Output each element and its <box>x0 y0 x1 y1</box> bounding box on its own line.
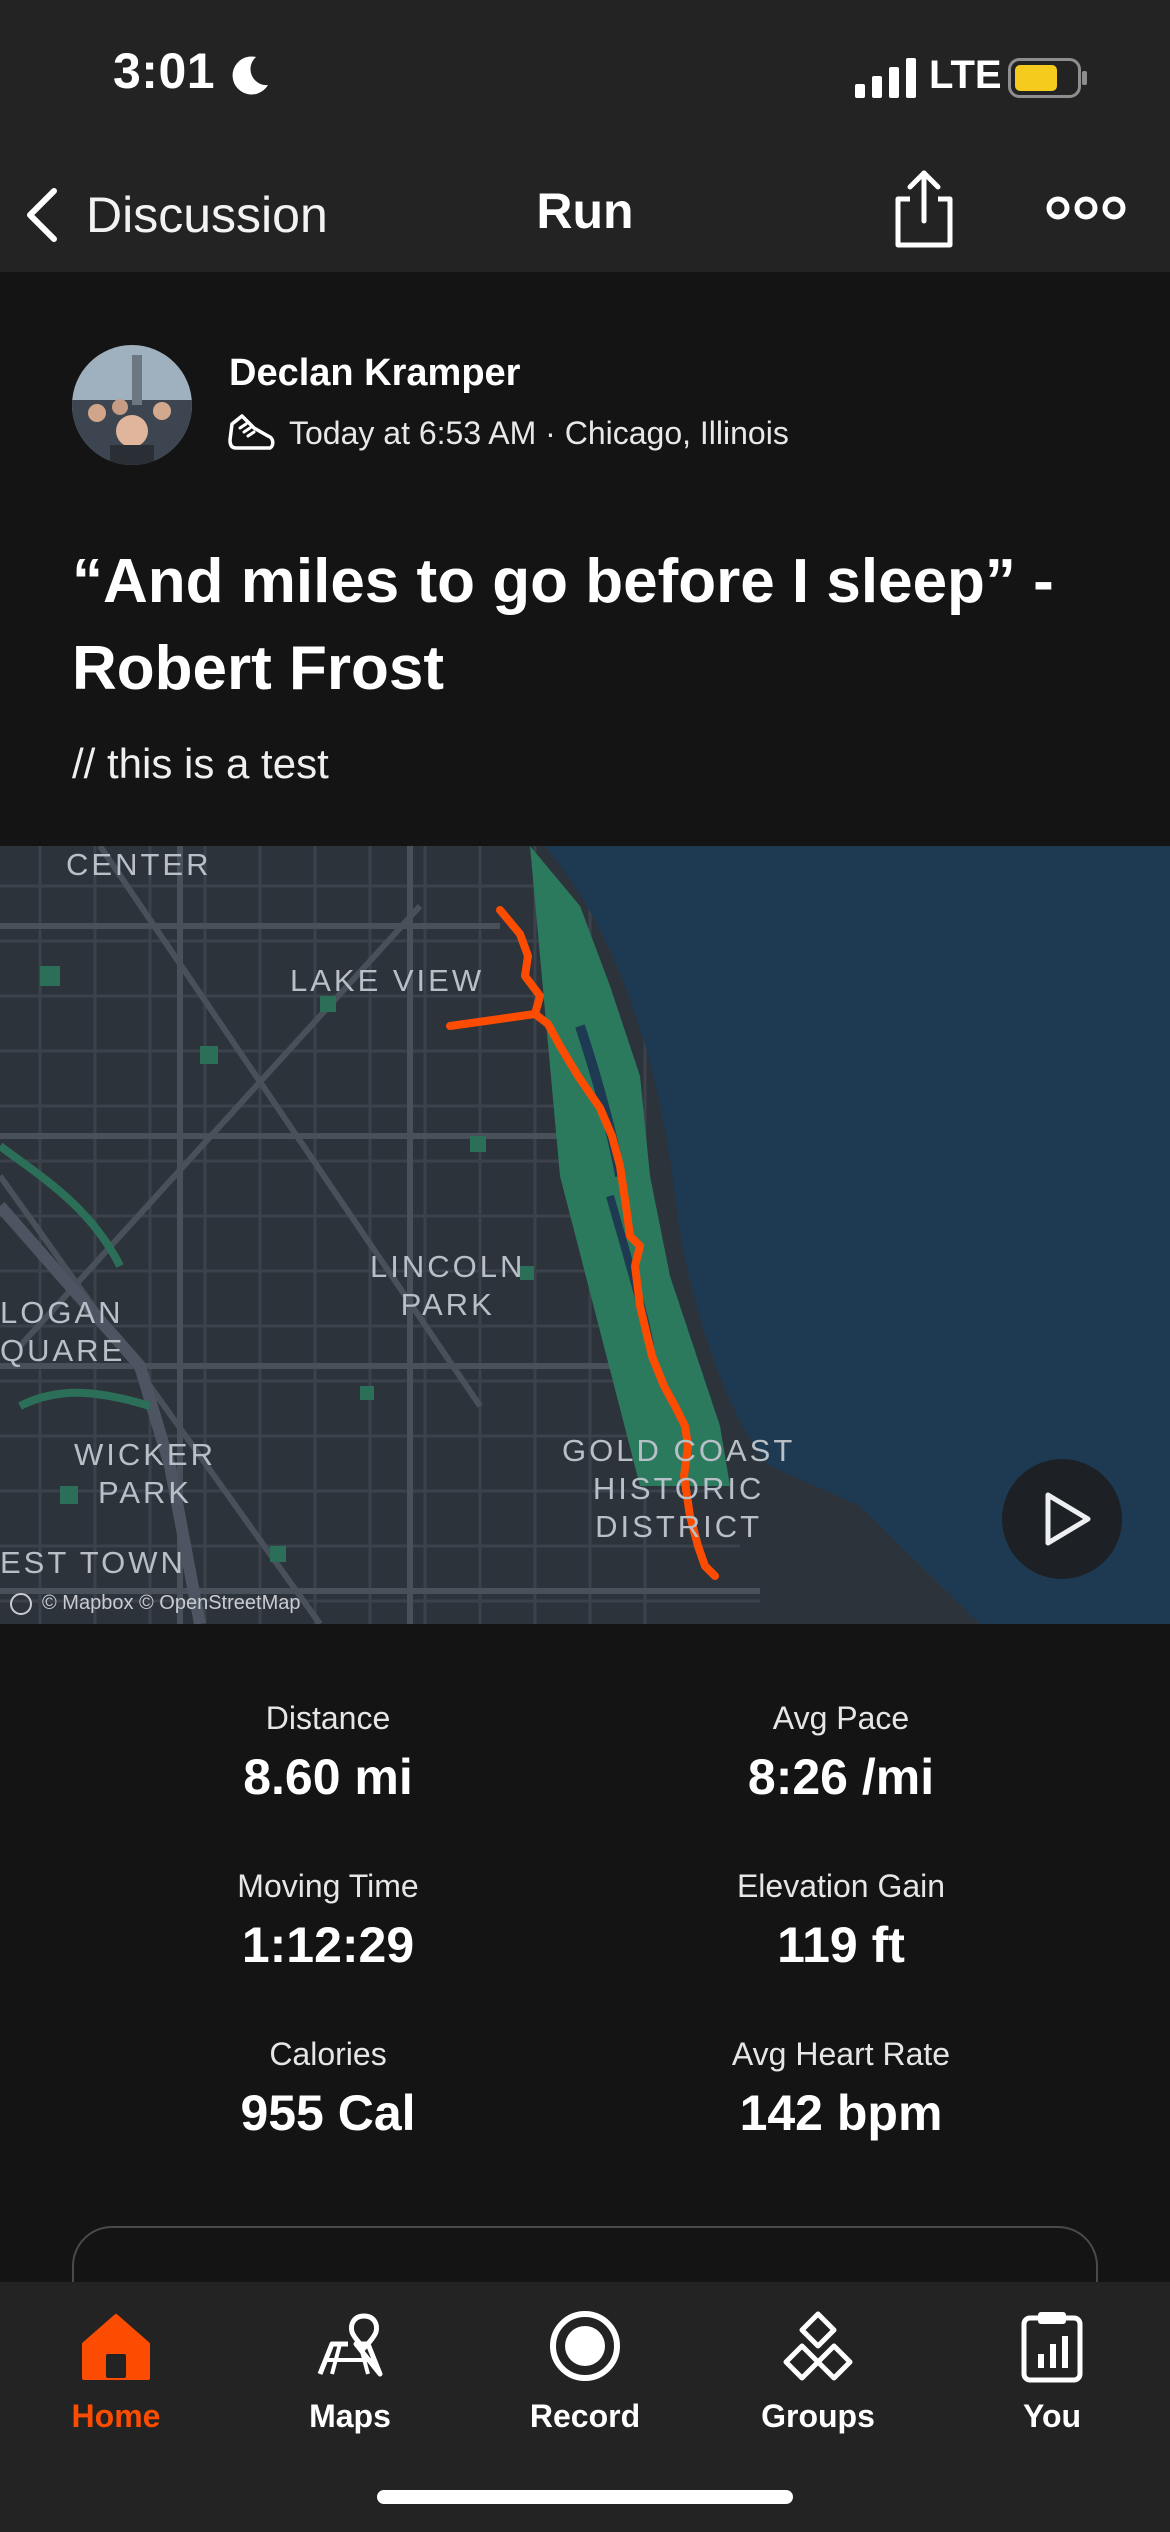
tab-you[interactable]: You <box>952 2292 1152 2452</box>
groups-icon <box>783 2311 853 2381</box>
map-label-gold-coast: GOLD COAST HISTORIC DISTRICT <box>562 1433 796 1544</box>
activity-meta: Today at 6:53 AM · Chicago, Illinois <box>289 415 789 451</box>
stat-value-avg-heart-rate: 142 bpm <box>739 2085 943 2141</box>
maps-icon <box>317 2313 383 2377</box>
stat-label-moving-time: Moving Time <box>237 1868 419 1904</box>
home-indicator <box>377 2490 793 2504</box>
activity-title-line: “And miles to go before I sleep” - <box>72 547 1054 616</box>
tab-groups[interactable]: Groups <box>718 2292 918 2452</box>
stat-value-elevation-gain: 119 ft <box>777 1917 905 1973</box>
stat-value-moving-time: 1:12:29 <box>241 1917 415 1973</box>
status-bar: 3:01 LTE <box>0 0 1170 160</box>
stat-label-avg-heart-rate: Avg Heart Rate <box>731 2036 951 2072</box>
more-icon[interactable] <box>1046 190 1126 226</box>
tab-maps[interactable]: Maps <box>250 2292 450 2452</box>
tab-home[interactable]: Home <box>16 2292 216 2452</box>
page-title: Run <box>536 183 634 239</box>
tab-record[interactable]: Record <box>485 2292 685 2452</box>
share-icon[interactable] <box>888 165 960 251</box>
map-label-lake-view: LAKE VIEW <box>290 963 485 998</box>
play-flyover-button[interactable] <box>1002 1459 1122 1579</box>
signal-icon <box>855 58 916 98</box>
record-icon <box>550 2311 620 2381</box>
stat-label-distance: Distance <box>265 1700 391 1736</box>
activity-title: “And miles to go before I sleep” - Rober… <box>72 538 1102 712</box>
home-icon <box>82 2314 150 2380</box>
stat-value-distance: 8.60 mi <box>243 1749 413 1805</box>
mapbox-logo-icon <box>10 1592 32 1615</box>
map-label-logan-square: LOGAN QUARE <box>0 1295 126 1368</box>
map-label-wicker-park: WICKER PARK <box>74 1437 216 1510</box>
athlete-name[interactable]: Declan Kramper <box>229 352 520 395</box>
stat-value-calories: 955 Cal <box>240 2085 416 2141</box>
activity-description: // this is a test <box>72 740 329 787</box>
map-label-center: CENTER <box>66 847 212 882</box>
tab-label: Record <box>529 2398 641 2434</box>
stat-label-elevation-gain: Elevation Gain <box>736 1868 946 1904</box>
map-label-lincoln-park: LINCOLN PARK <box>370 1249 526 1322</box>
clipboard-icon <box>1021 2312 1083 2383</box>
tab-label: Maps <box>309 2398 391 2434</box>
status-time: 3:01 <box>113 43 216 99</box>
route-map[interactable]: CENTER LAKE VIEW LINCOLN PARK LOGAN QUAR… <box>0 846 1170 1624</box>
moon-icon <box>232 56 268 95</box>
map-attribution[interactable]: © Mapbox © OpenStreetMap <box>10 1592 301 1615</box>
attribution-text: © Mapbox © OpenStreetMap <box>42 1592 301 1614</box>
battery-icon <box>1008 58 1087 98</box>
avatar[interactable] <box>72 345 192 465</box>
map-label-east-town: EST TOWN <box>0 1545 186 1580</box>
stat-value-avg-pace: 8:26 /mi <box>747 1749 935 1805</box>
play-icon <box>1045 1492 1091 1546</box>
shoe-icon <box>228 414 275 450</box>
stat-label-calories: Calories <box>269 2036 387 2072</box>
tab-label: Groups <box>761 2398 875 2434</box>
stat-label-avg-pace: Avg Pace <box>772 1700 910 1736</box>
nav-bar: Discussion Run <box>0 160 1170 272</box>
activity-title-line: Robert Frost <box>72 634 444 703</box>
tab-label: You <box>1022 2398 1082 2434</box>
network-type: LTE <box>929 53 1002 97</box>
tab-label: Home <box>71 2398 161 2434</box>
